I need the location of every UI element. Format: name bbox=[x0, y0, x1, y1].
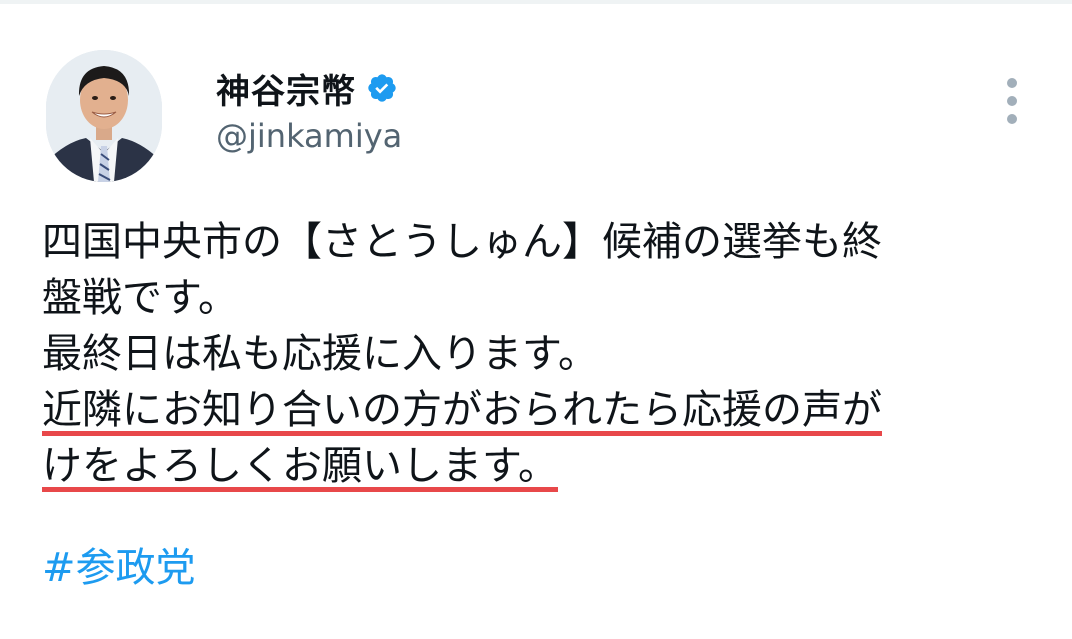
verified-badge-icon bbox=[366, 72, 398, 104]
tweet-line: 最終日は私も応援に入ります。 bbox=[42, 331, 598, 377]
avatar[interactable] bbox=[46, 50, 162, 182]
more-options-icon[interactable] bbox=[996, 78, 1028, 124]
tweet-text: 四国中央市の【さとうしゅん】候補の選挙も終 盤戦です。 最終日は私も応援に入りま… bbox=[42, 214, 1042, 494]
underlined-text: 近隣にお知り合いの方がおられたら応援の声が bbox=[42, 387, 882, 433]
tweet-line-underlined: けをよろしくお願いします。 bbox=[42, 438, 1042, 494]
tweet-line: 盤戦です。 bbox=[42, 275, 238, 321]
tweet-card: 神谷宗幣 @jinkamiya 四国中央市の【さとうしゅん】候補の選挙も終 盤戦… bbox=[0, 0, 1072, 639]
author-name-row[interactable]: 神谷宗幣 bbox=[216, 64, 398, 112]
author-handle[interactable]: @jinkamiya bbox=[216, 117, 402, 155]
hashtag-link[interactable]: #参政党 bbox=[42, 540, 196, 596]
tweet-line-underlined: 近隣にお知り合いの方がおられたら応援の声が bbox=[42, 382, 1042, 438]
tweet-line: 四国中央市の【さとうしゅん】候補の選挙も終 bbox=[42, 219, 882, 265]
author-name[interactable]: 神谷宗幣 bbox=[216, 64, 356, 113]
avatar-photo bbox=[46, 50, 162, 182]
underlined-text: けをよろしくお願いします。 bbox=[42, 443, 558, 489]
